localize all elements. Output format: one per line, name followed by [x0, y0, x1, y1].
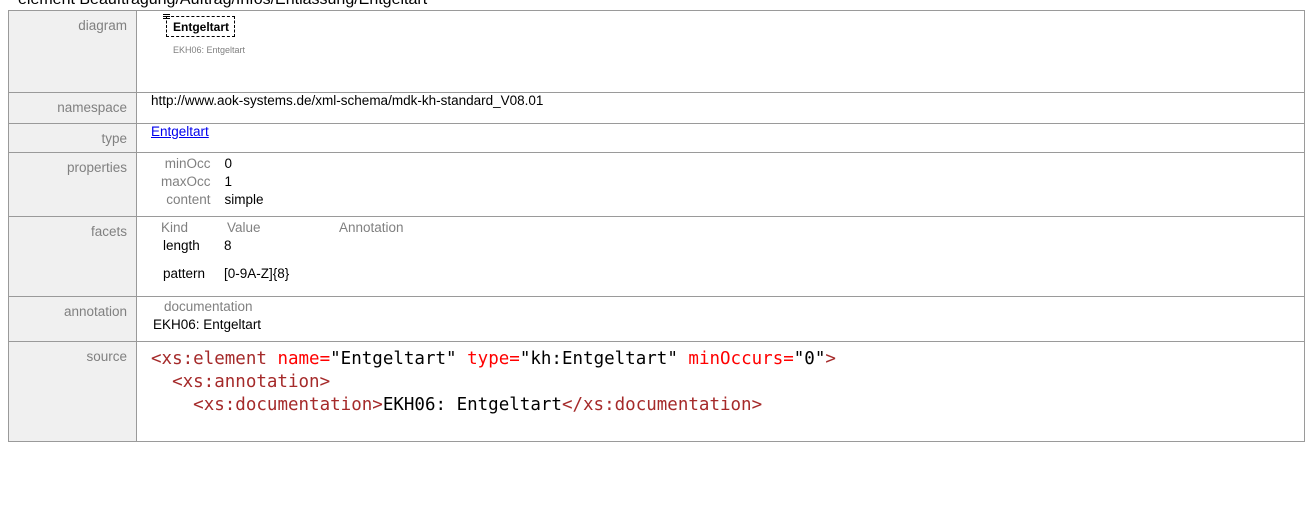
src-doc-close: </xs:documentation> — [561, 395, 763, 415]
src-attr-name: type= — [467, 349, 520, 369]
diagram: Entgeltart EKH06: Entgeltart — [151, 11, 1304, 92]
diagram-cell: Entgeltart EKH06: Entgeltart — [136, 10, 1305, 93]
property-value: 0 — [224, 156, 233, 171]
label-type: type — [8, 123, 137, 153]
properties-list: minOcc 0 maxOcc 1 content simple — [151, 153, 264, 207]
src-attr-value: "kh:Entgeltart" — [519, 349, 678, 369]
label-facets: facets — [8, 216, 137, 297]
src-doc-text: EKH06: Entgeltart — [382, 395, 562, 415]
facet-value: 8 — [224, 238, 232, 253]
row-annotation: annotation documentation EKH06: Entgelta… — [8, 296, 1305, 342]
source-code: <xs:element name="Entgeltart" type="kh:E… — [151, 342, 1304, 417]
label-source: source — [8, 341, 137, 442]
property-key: content — [166, 192, 211, 207]
row-source: source <xs:element name="Entgeltart" typ… — [8, 341, 1305, 442]
row-diagram: diagram Entgeltart EKH06: Entgeltart — [8, 10, 1305, 93]
facet-kind: pattern — [163, 266, 206, 281]
row-namespace: namespace http://www.aok-systems.de/xml-… — [8, 92, 1305, 124]
facets-cell: Kind Value Annotation length 8 pattern [… — [136, 216, 1305, 297]
src-attr-value: "0" — [793, 349, 826, 369]
source-cell: <xs:element name="Entgeltart" type="kh:E… — [136, 341, 1305, 442]
src-doc-open: <xs:documentation> — [193, 395, 383, 415]
annotation-cell: documentation EKH06: Entgeltart — [136, 296, 1305, 342]
diagram-element-box[interactable]: Entgeltart — [163, 14, 236, 37]
property-value: simple — [224, 192, 264, 207]
label-namespace: namespace — [8, 92, 137, 124]
row-type: type Entgeltart — [8, 123, 1305, 153]
element-lines-icon — [163, 14, 170, 21]
annotation-heading: documentation — [164, 299, 253, 314]
src-tag-close: > — [825, 349, 836, 369]
namespace-value: http://www.aok-systems.de/xml-schema/mdk… — [136, 92, 1305, 124]
src-tag-open: <xs:element — [151, 349, 267, 369]
type-cell: Entgeltart — [136, 123, 1305, 153]
facets-header-annotation: Annotation — [339, 220, 404, 235]
label-diagram: diagram — [8, 10, 137, 93]
diagram-element-name: Entgeltart — [173, 20, 230, 34]
src-attr-name: minOccurs= — [688, 349, 794, 369]
src-annotation-tag: <xs:annotation> — [172, 372, 331, 392]
facets-header: Kind Value Annotation — [151, 217, 1304, 235]
property-key: maxOcc — [161, 174, 211, 189]
facets-header-kind: Kind — [161, 220, 189, 235]
src-attr-value: "Entgeltart" — [330, 349, 457, 369]
type-link[interactable]: Entgeltart — [151, 124, 209, 139]
facets-header-value: Value — [227, 220, 261, 235]
properties-cell: minOcc 0 maxOcc 1 content simple — [136, 152, 1305, 217]
row-properties: properties minOcc 0 maxOcc 1 content sim… — [8, 152, 1305, 217]
row-facets: facets Kind Value Annotation length 8 pa… — [8, 216, 1305, 297]
facet-value: [0-9A-Z]{8} — [224, 266, 290, 281]
annotation-text: EKH06: Entgeltart — [153, 317, 262, 332]
facet-row: pattern [0-9A-Z]{8} — [151, 260, 1304, 288]
label-annotation: annotation — [8, 296, 137, 342]
diagram-annotation: EKH06: Entgeltart — [173, 45, 246, 55]
src-attr-name: name= — [277, 349, 331, 369]
facet-kind: length — [163, 238, 200, 253]
facet-row: length 8 — [151, 235, 1304, 260]
property-value: 1 — [224, 174, 233, 189]
label-properties: properties — [8, 152, 137, 217]
element-heading: element Beauftragung/Auftrag/Infos/Entla… — [18, 0, 427, 9]
property-key: minOcc — [164, 156, 211, 171]
element-doc-table: diagram Entgeltart EKH06: Entgeltart nam… — [8, 10, 1305, 442]
